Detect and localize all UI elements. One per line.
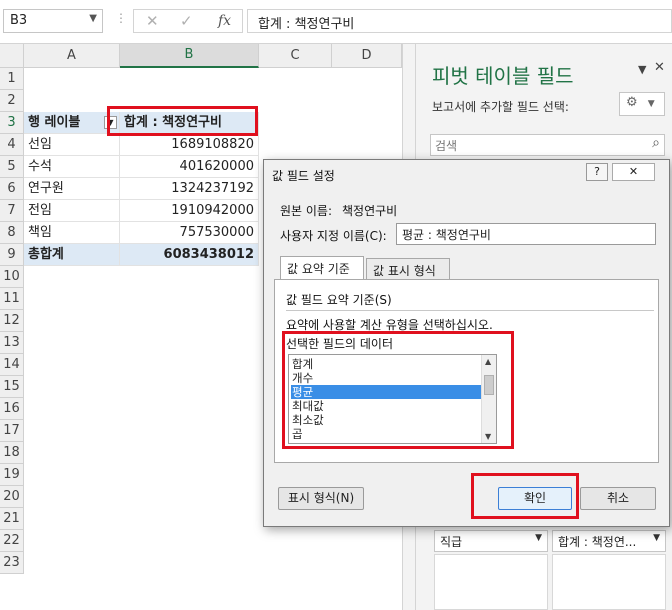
row-header[interactable]: 4 (0, 134, 24, 156)
chevron-down-icon: ▼ (535, 533, 542, 543)
values-zone[interactable] (552, 554, 666, 610)
highlight-box (282, 331, 514, 449)
name-box[interactable]: B3 ▼ (3, 9, 103, 33)
number-format-button[interactable]: 표시 형식(N) (278, 487, 364, 510)
row-header[interactable]: 17 (0, 420, 24, 442)
pivot-row-label[interactable]: 전임 (24, 200, 120, 222)
tab-summarize-by[interactable]: 값 요약 기준 (280, 256, 364, 280)
source-name-value: 책정연구비 (342, 204, 398, 218)
enter-icon[interactable]: ✓ (180, 12, 193, 30)
custom-name-label: 사용자 지정 이름(C): (280, 229, 387, 243)
pivot-row-value[interactable]: 757530000 (120, 222, 259, 244)
help-button[interactable]: ? (586, 163, 608, 181)
row-header[interactable]: 15 (0, 376, 24, 398)
column-header-d[interactable]: D (332, 44, 402, 68)
search-icon: ⌕ (652, 135, 660, 151)
field-search-input[interactable]: 검색 ⌕ (430, 134, 665, 156)
pivot-row-value[interactable]: 401620000 (120, 156, 259, 178)
row-header[interactable]: 20 (0, 486, 24, 508)
name-box-value: B3 (10, 13, 28, 28)
formula-input[interactable]: 합계 : 책정연구비 (247, 9, 672, 33)
cancel-icon[interactable]: ✕ (146, 12, 159, 30)
highlight-box (471, 473, 579, 519)
source-name-label: 원본 이름: (280, 204, 333, 218)
tab-show-values-as[interactable]: 값 표시 형식 (366, 258, 450, 280)
pivot-row-value[interactable]: 1324237192 (120, 178, 259, 200)
row-header[interactable]: 18 (0, 442, 24, 464)
row-header[interactable]: 3 (0, 112, 24, 134)
pivot-row-value[interactable]: 1910942000 (120, 200, 259, 222)
highlight-box (107, 106, 258, 136)
summarize-label: 값 필드 요약 기준(S) (286, 293, 392, 307)
row-header[interactable]: 19 (0, 464, 24, 486)
formula-bar: B3 ▼ ⋮ ✕ ✓ fx 합계 : 책정연구비 (0, 0, 672, 44)
pivot-grand-total-label[interactable]: 총합계 (24, 244, 120, 266)
column-header-c[interactable]: C (259, 44, 332, 68)
row-header[interactable]: 10 (0, 266, 24, 288)
dialog-close-button[interactable]: ✕ (612, 163, 655, 181)
pivot-grand-total-value[interactable]: 6083438012 (120, 244, 259, 266)
row-header[interactable]: 9 (0, 244, 24, 266)
pivot-row-value[interactable]: 1689108820 (120, 134, 259, 156)
chevron-down-icon[interactable]: ▼ (638, 63, 646, 76)
divider-dots-icon: ⋮ (115, 11, 127, 25)
row-header[interactable]: 11 (0, 288, 24, 310)
pivot-row-label-header[interactable]: 행 레이블 ▼ (24, 112, 120, 134)
row-header[interactable]: 6 (0, 178, 24, 200)
close-icon: ✕ (628, 165, 639, 178)
cancel-button[interactable]: 취소 (580, 487, 656, 510)
pane-title: 피벗 테이블 필드 (432, 64, 574, 88)
custom-name-input[interactable]: 평균 : 책정연구비 (396, 223, 656, 245)
chevron-down-icon[interactable]: ▼ (89, 13, 97, 24)
column-header-b[interactable]: B (120, 44, 259, 68)
row-header[interactable]: 23 (0, 552, 24, 574)
rows-zone[interactable] (434, 554, 548, 610)
row-field-label: 직급 (440, 535, 463, 549)
row-header[interactable]: 5 (0, 156, 24, 178)
row-header[interactable]: 13 (0, 332, 24, 354)
chevron-down-icon: ▼ (653, 533, 660, 543)
dialog-title: 값 필드 설정 (272, 169, 335, 183)
formula-controls: ✕ ✓ fx (133, 9, 243, 33)
pivot-row-label[interactable]: 책임 (24, 222, 120, 244)
row-header[interactable]: 2 (0, 90, 24, 112)
row-header[interactable]: 1 (0, 68, 24, 90)
pivot-row-label[interactable]: 연구원 (24, 178, 120, 200)
select-all-corner[interactable] (0, 44, 24, 68)
divider (286, 310, 654, 311)
row-header[interactable]: 7 (0, 200, 24, 222)
chevron-down-icon: ▼ (647, 99, 655, 109)
column-header-a[interactable]: A (24, 44, 120, 68)
value-field-chip[interactable]: 합계 : 책정연... ▼ (552, 530, 666, 552)
close-icon[interactable]: ✕ (654, 60, 665, 75)
pivot-row-label[interactable]: 선임 (24, 134, 120, 156)
value-field-label: 합계 : 책정연... (558, 535, 637, 549)
settings-button[interactable]: ⚙ ▼ (619, 92, 665, 116)
row-header[interactable]: 21 (0, 508, 24, 530)
gear-icon: ⚙ (626, 95, 638, 110)
row-header[interactable]: 12 (0, 310, 24, 332)
row-header[interactable]: 14 (0, 354, 24, 376)
pane-subtitle: 보고서에 추가할 필드 선택: (432, 100, 569, 114)
function-icon[interactable]: fx (218, 13, 231, 29)
row-header[interactable]: 8 (0, 222, 24, 244)
row-header[interactable]: 16 (0, 398, 24, 420)
search-placeholder: 검색 (435, 139, 458, 153)
pivot-row-label[interactable]: 수석 (24, 156, 120, 178)
value-field-settings-dialog: 값 필드 설정 ? ✕ 원본 이름: 책정연구비 사용자 지정 이름(C): 평… (263, 159, 670, 527)
row-field-chip[interactable]: 직급 ▼ (434, 530, 548, 552)
row-label-text: 행 레이블 (28, 115, 81, 130)
row-header[interactable]: 22 (0, 530, 24, 552)
